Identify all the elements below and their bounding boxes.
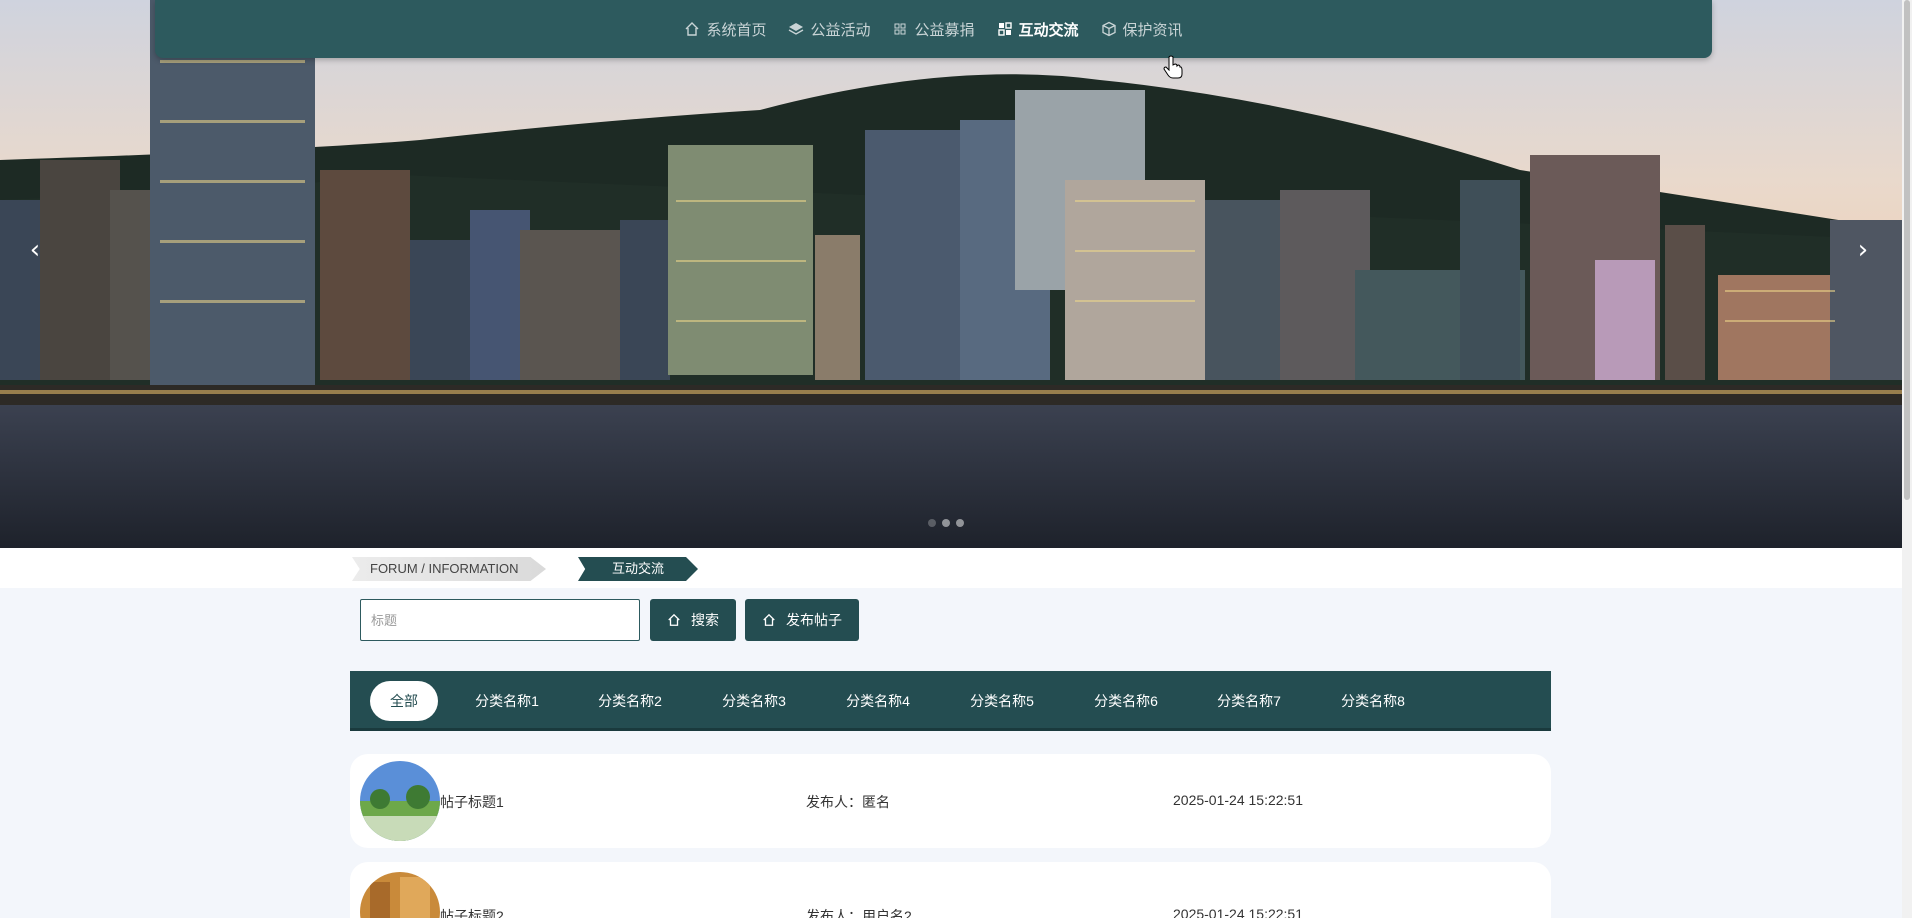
breadcrumb-current[interactable]: 互动交流 [578, 557, 698, 581]
category-item[interactable]: 分类名称6 [1076, 681, 1176, 721]
breadcrumb [0, 548, 1902, 588]
city-skyline-image [0, 0, 1902, 548]
post-author: 匿名 [862, 794, 890, 810]
nav-item-label: 公益活动 [810, 21, 871, 39]
nav-item-label: 互动交流 [1018, 21, 1079, 39]
nav-item-label: 公益募捐 [914, 21, 975, 39]
list-item[interactable]: 帖子标题1 发布人： 匿名 2025-01-24 15:22:51 [350, 754, 1551, 848]
breadcrumb-section: FORUM / INFORMATION [352, 557, 546, 581]
home-icon [668, 613, 680, 626]
box-icon [1101, 21, 1116, 37]
publish-post-button[interactable]: 发布帖子 [745, 599, 859, 641]
nav-item-news[interactable]: 保护资讯 [1101, 19, 1183, 40]
post-title[interactable]: 帖子标题2 [440, 906, 504, 918]
hero-banner: ‹ › [0, 0, 1902, 548]
post-time: 2025-01-24 15:22:51 [1173, 792, 1303, 808]
list-item[interactable]: 帖子标题2 发布人： 用户名2 2025-01-24 15:22:51 [350, 862, 1551, 918]
nav-item-forum[interactable]: 互动交流 [997, 19, 1079, 40]
page-scrollbar[interactable] [1902, 0, 1912, 918]
home-icon [685, 22, 699, 36]
category-item[interactable]: 分类名称7 [1199, 681, 1299, 721]
layers-icon [789, 23, 804, 35]
nav-item-home[interactable]: 系统首页 [684, 19, 766, 40]
post-thumbnail [360, 872, 440, 918]
post-title[interactable]: 帖子标题1 [440, 792, 504, 812]
top-navigation: 系统首页 公益活动 公益募捐 互动交流 保护资讯 [155, 0, 1712, 58]
apps-icon [997, 22, 1012, 36]
category-filter-bar: 全部 分类名称1 分类名称2 分类名称3 分类名称4 分类名称5 分类名称6 分… [350, 671, 1551, 731]
search-input[interactable] [360, 599, 640, 641]
post-time: 2025-01-24 15:22:51 [1173, 906, 1303, 918]
post-thumbnail [360, 761, 440, 841]
category-item[interactable]: 分类名称1 [457, 681, 557, 721]
carousel-dot-3[interactable] [956, 519, 964, 527]
scrollbar-thumb[interactable] [1904, 0, 1910, 500]
category-all[interactable]: 全部 [370, 681, 438, 721]
landscape-thumbnail-icon [360, 761, 440, 841]
category-item[interactable]: 分类名称8 [1323, 681, 1423, 721]
carousel-dot-2[interactable] [942, 519, 950, 527]
carousel-next-arrow-icon[interactable]: › [1850, 232, 1876, 268]
nav-item-label: 保护资讯 [1122, 21, 1183, 39]
search-button-label: 搜索 [691, 612, 719, 628]
category-item[interactable]: 分类名称3 [704, 681, 804, 721]
home-icon [763, 613, 775, 626]
hand-cursor-icon [1163, 55, 1183, 79]
category-item[interactable]: 分类名称5 [952, 681, 1052, 721]
category-item[interactable]: 分类名称4 [828, 681, 928, 721]
search-button[interactable]: 搜索 [650, 599, 736, 641]
publish-button-label: 发布帖子 [786, 612, 842, 628]
nav-item-label: 系统首页 [706, 21, 767, 39]
carousel-pagination [928, 519, 964, 527]
post-author: 用户名2 [862, 908, 912, 918]
carousel-prev-arrow-icon[interactable]: ‹ [22, 232, 48, 268]
grid-icon [894, 23, 906, 35]
building-thumbnail-icon [360, 872, 440, 918]
nav-item-donations[interactable]: 公益募捐 [892, 19, 975, 40]
category-item[interactable]: 分类名称2 [580, 681, 680, 721]
post-author-label: 发布人： [806, 908, 862, 918]
nav-item-activities[interactable]: 公益活动 [788, 19, 870, 40]
post-author-label: 发布人： [806, 794, 862, 810]
carousel-dot-1[interactable] [928, 519, 936, 527]
